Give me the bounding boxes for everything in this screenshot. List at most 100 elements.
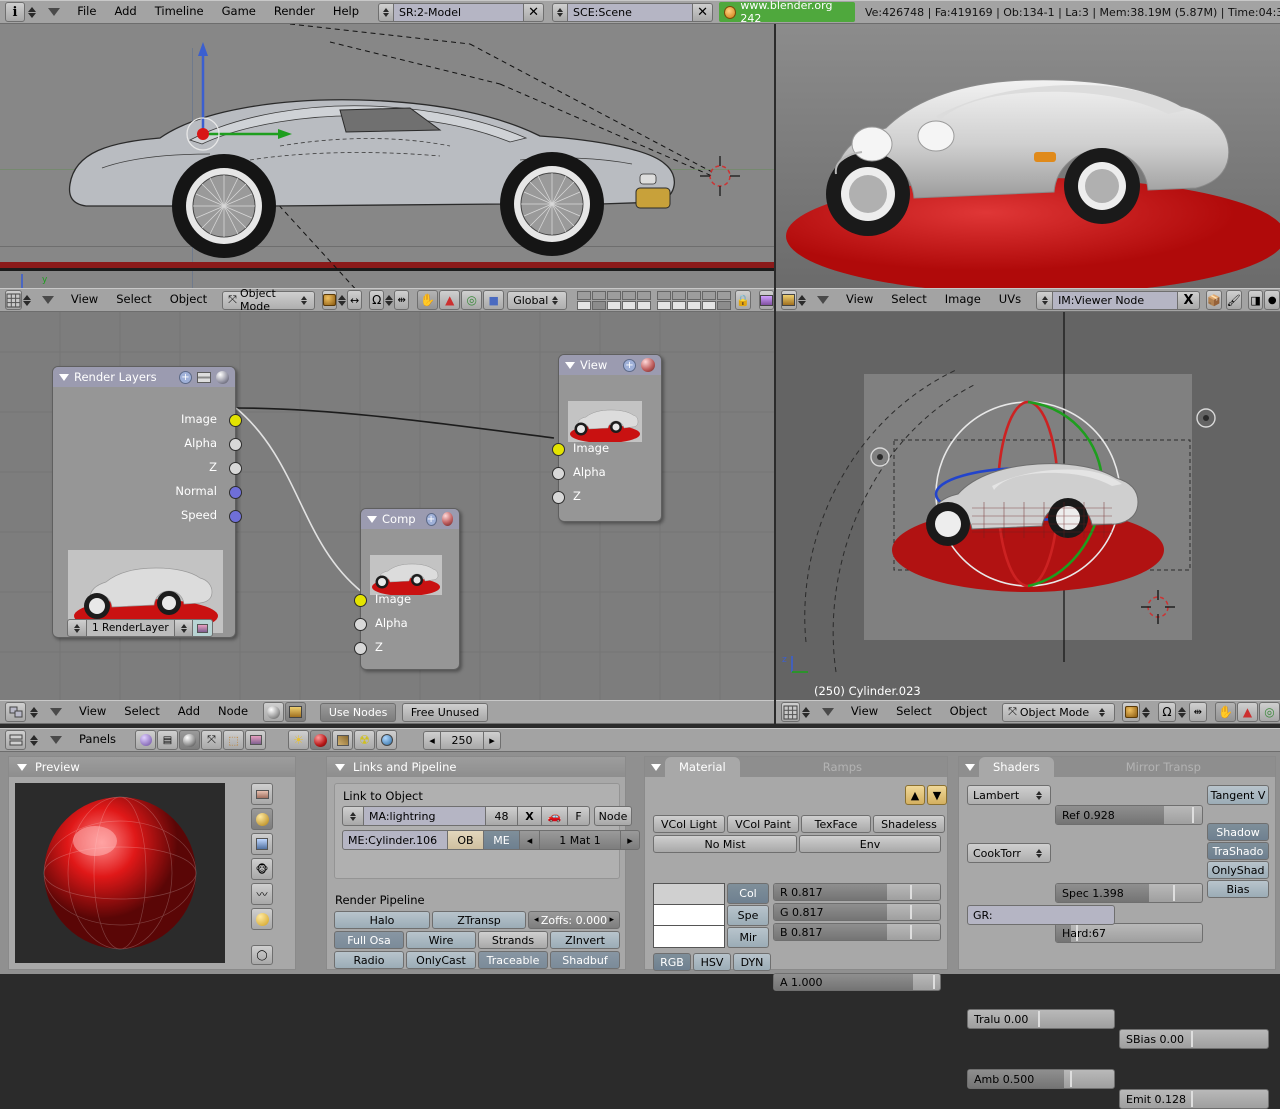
collapse-triangle-icon[interactable] bbox=[59, 374, 69, 381]
diffuse-shader-dropdown[interactable]: Lambert bbox=[967, 785, 1051, 805]
me-link-button[interactable]: ME bbox=[484, 830, 520, 850]
image-menu-image[interactable]: Image bbox=[936, 294, 990, 306]
hand-icon[interactable]: ✋ bbox=[417, 290, 438, 310]
pivot-median-icon[interactable]: ↔ bbox=[347, 290, 362, 310]
transform-orientation-dropdown[interactable]: Global bbox=[507, 291, 567, 310]
render-layer-selector[interactable]: 1 RenderLayer bbox=[67, 619, 222, 637]
tab-material[interactable]: Material bbox=[665, 757, 740, 777]
viewport-menu-object[interactable]: Object bbox=[941, 706, 996, 718]
cube-preview-icon[interactable] bbox=[251, 833, 273, 855]
plus-icon[interactable]: + bbox=[179, 371, 192, 384]
node-header[interactable]: View + bbox=[559, 355, 661, 375]
socket-alpha-out[interactable] bbox=[229, 438, 242, 451]
shadow-button[interactable]: Shadow bbox=[1207, 823, 1269, 841]
mesh-name-field[interactable]: ME:Cylinder.106 bbox=[342, 830, 448, 850]
collapse-triangle-icon[interactable] bbox=[965, 764, 975, 771]
material-icon[interactable] bbox=[310, 730, 331, 750]
swatch-col[interactable] bbox=[654, 884, 724, 905]
alpha-icon[interactable]: ◨ bbox=[1248, 290, 1264, 310]
no-mist-button[interactable]: No Mist bbox=[653, 835, 797, 853]
node-editor-canvas[interactable]: Render Layers + Image Alpha Z Normal Spe… bbox=[0, 312, 774, 700]
viewport-menu-view[interactable]: View bbox=[842, 706, 887, 718]
texface-button[interactable]: TexFace bbox=[801, 815, 871, 833]
shaders-panel[interactable]: Shaders Mirror Transp Lambert Ref 0.928 … bbox=[958, 756, 1276, 970]
move-down-icon[interactable]: ▼ bbox=[927, 785, 947, 805]
texture-icon[interactable] bbox=[332, 730, 353, 750]
frame-field[interactable]: 250 bbox=[441, 731, 483, 750]
shadow-buttons-group[interactable]: Shadow TraShado OnlyShad Bias bbox=[1207, 823, 1269, 898]
mesh-link-row[interactable]: ME:Cylinder.106 OB ME ◂ 1 Mat 1 ▸ bbox=[342, 830, 640, 850]
slider-hard[interactable]: Hard:67 bbox=[1055, 923, 1203, 943]
radiosity-icon[interactable]: ☢ bbox=[354, 730, 375, 750]
menu-file[interactable]: File bbox=[68, 6, 105, 18]
render-layer-image-icon[interactable] bbox=[193, 619, 213, 637]
menu-collapse-icon[interactable] bbox=[50, 736, 62, 744]
pivot-spinner[interactable] bbox=[1176, 707, 1187, 718]
info-icon[interactable]: i bbox=[5, 2, 25, 22]
material-index-next[interactable]: ▸ bbox=[620, 830, 640, 850]
viewport-editor-type-spinner[interactable] bbox=[801, 707, 812, 718]
material-color-mode[interactable]: RGB HSV DYN bbox=[653, 953, 771, 971]
node-menu-view[interactable]: View bbox=[70, 706, 115, 718]
material-link-row[interactable]: MA:lightring 48 X 🚗 F Node bbox=[342, 806, 632, 826]
menu-collapse-icon[interactable] bbox=[50, 708, 62, 716]
frame-next-button[interactable]: ▸ bbox=[483, 731, 501, 750]
slider-alpha[interactable]: A 1.000 bbox=[773, 973, 941, 991]
buttons-editor-type-spinner[interactable] bbox=[27, 735, 40, 746]
delete-screen-icon[interactable]: ✕ bbox=[524, 3, 544, 22]
monkey-preview-icon[interactable]: 🐵 bbox=[251, 858, 273, 880]
node-render-layers[interactable]: Render Layers + Image Alpha Z Normal Spe… bbox=[52, 366, 236, 638]
collapse-triangle-icon[interactable] bbox=[367, 516, 377, 523]
scale-manipulator-icon[interactable]: ■ bbox=[483, 290, 504, 310]
material-panel[interactable]: Material Ramps ▲ ▼ VCol Light VCol Paint… bbox=[644, 756, 948, 970]
links-panel-header[interactable]: Links and Pipeline bbox=[327, 757, 625, 777]
tab-shaders[interactable]: Shaders bbox=[979, 757, 1054, 777]
zoffs-field[interactable]: ◂ Zoffs: 0.000 ▸ bbox=[528, 911, 620, 929]
plane-preview-icon[interactable] bbox=[251, 783, 273, 805]
menu-collapse-icon[interactable] bbox=[817, 296, 829, 304]
preview-panel-header[interactable]: Preview bbox=[9, 757, 295, 777]
render-pipeline-row-2[interactable]: Full Osa Wire Strands ZInvert bbox=[334, 931, 620, 949]
vcol-light-button[interactable]: VCol Light bbox=[653, 815, 725, 833]
panels-menu[interactable]: Panels bbox=[70, 734, 125, 746]
logic-icon[interactable]: ⬚ bbox=[223, 730, 244, 750]
preview-sphere-icon[interactable] bbox=[442, 512, 453, 526]
screen-name-field[interactable]: SR:2-Model bbox=[394, 3, 524, 22]
menu-timeline[interactable]: Timeline bbox=[146, 6, 213, 18]
material-nodes-icon[interactable] bbox=[263, 702, 284, 722]
slider-tralu[interactable]: Tralu 0.00 bbox=[967, 1009, 1115, 1029]
rotate-manipulator-icon[interactable]: ◎ bbox=[1259, 702, 1280, 722]
free-unused-button[interactable]: Free Unused bbox=[402, 703, 488, 722]
links-and-pipeline-panel[interactable]: Links and Pipeline Link to Object MA:lig… bbox=[326, 756, 626, 970]
viewport-menu-object[interactable]: Object bbox=[161, 294, 216, 306]
socket-z-out[interactable] bbox=[229, 462, 242, 475]
preview-sphere-icon[interactable] bbox=[641, 358, 655, 372]
socket-image-out[interactable] bbox=[229, 414, 242, 427]
image-paint-icon[interactable]: 🖌 bbox=[1226, 290, 1242, 310]
delete-scene-icon[interactable]: ✕ bbox=[693, 3, 713, 22]
pivot-spinner[interactable] bbox=[384, 295, 393, 306]
transform-manipulator[interactable] bbox=[140, 34, 340, 174]
render-pipeline-row-1[interactable]: Halo ZTransp ◂ Zoffs: 0.000 ▸ bbox=[334, 911, 620, 929]
render-window-icon[interactable] bbox=[759, 290, 774, 310]
vcol-paint-button[interactable]: VCol Paint bbox=[727, 815, 799, 833]
menu-collapse-icon[interactable] bbox=[42, 296, 54, 304]
node-header[interactable]: Render Layers + bbox=[53, 367, 235, 387]
translate-manipulator-icon[interactable]: ▲ bbox=[439, 290, 460, 310]
sky-preview-icon[interactable] bbox=[251, 908, 273, 930]
node-menu-add[interactable]: Add bbox=[169, 706, 209, 718]
bias-button[interactable]: Bias bbox=[1207, 880, 1269, 898]
dyn-button[interactable]: DYN bbox=[733, 953, 771, 971]
script-icon[interactable] bbox=[245, 730, 266, 750]
layers-icon[interactable] bbox=[197, 372, 211, 383]
zoom-icon[interactable]: ● bbox=[1264, 290, 1280, 310]
use-nodes-button[interactable]: Use Nodes bbox=[320, 703, 396, 722]
shading-solid-icon[interactable] bbox=[322, 290, 337, 310]
image-browse-icon[interactable] bbox=[1036, 291, 1053, 310]
slider-g[interactable]: G 0.817 bbox=[773, 903, 941, 921]
slider-spec[interactable]: Spec 1.398 bbox=[1055, 883, 1203, 903]
3d-view-icon[interactable] bbox=[781, 702, 800, 722]
slider-ref[interactable]: Ref 0.928 bbox=[1055, 805, 1203, 825]
onlyshad-button[interactable]: OnlyShad bbox=[1207, 861, 1269, 879]
menu-game[interactable]: Game bbox=[213, 6, 265, 18]
